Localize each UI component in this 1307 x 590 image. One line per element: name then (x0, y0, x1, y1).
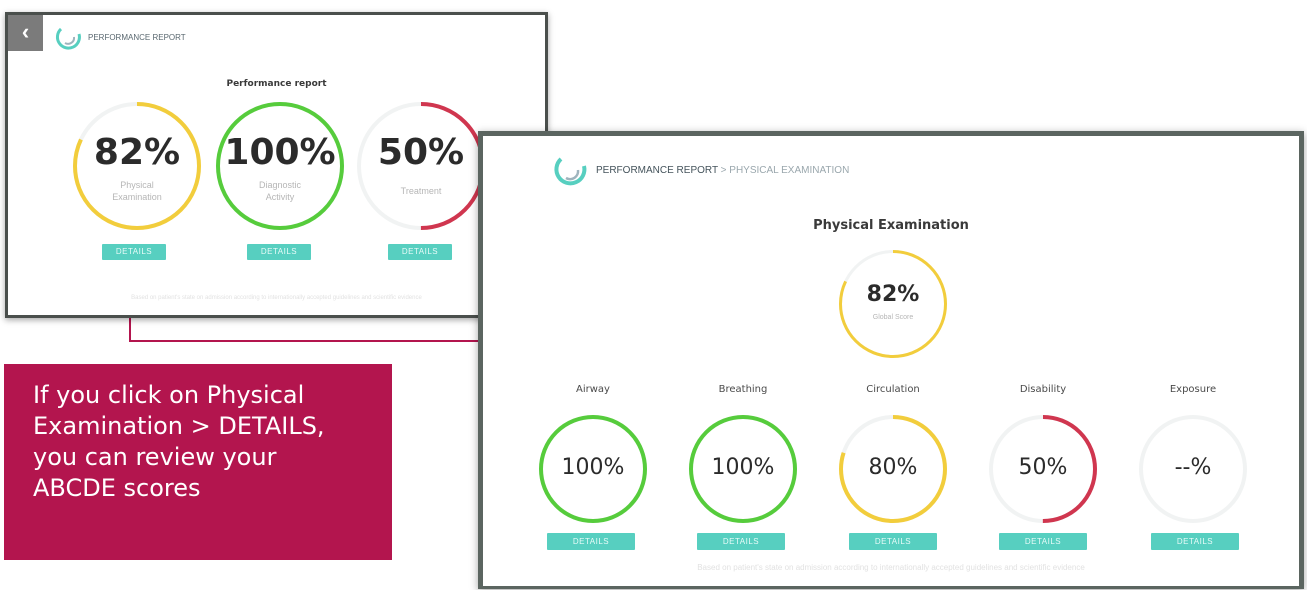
score-value: 50% (1018, 455, 1068, 480)
header-title: PERFORMANCE REPORT (88, 33, 186, 42)
score-ring-airway: 100% (538, 414, 648, 524)
global-score-ring: 82% Global Score (838, 249, 948, 359)
app-swirl-logo-icon (55, 27, 81, 50)
footnote: Based on patient's state on admission ac… (697, 563, 1085, 572)
details-button-circulation[interactable]: DETAILS (849, 533, 937, 550)
score-ring-physical-examination[interactable]: 82% Physical Examination (72, 101, 202, 231)
score-value: 82% (93, 132, 181, 173)
details-button-exposure[interactable]: DETAILS (1151, 533, 1239, 550)
score-ring-disability: 50% (988, 414, 1098, 524)
score-ring-treatment[interactable]: 50% Treatment (356, 101, 486, 231)
callout-line: ABCDE scores (33, 474, 201, 502)
score-value: 100% (561, 455, 625, 480)
category-label-breathing: Breathing (718, 384, 768, 395)
details-button-physical-examination[interactable]: DETAILS (102, 244, 166, 260)
page-title: Performance report (226, 79, 327, 89)
callout-box: If you click on Physical Examination > D… (4, 364, 392, 560)
score-label: Physical Examination (112, 180, 162, 202)
category-label-exposure: Exposure (1169, 384, 1217, 395)
score-value: 100% (711, 455, 775, 480)
score-ring-circulation: 80% (838, 414, 948, 524)
details-button-diagnostic-activity[interactable]: DETAILS (247, 244, 311, 260)
chevron-left-icon: ‹ (21, 19, 30, 44)
breadcrumb: PERFORMANCE REPORT > PHYSICAL EXAMINATIO… (596, 165, 849, 176)
score-value: 80% (868, 455, 918, 480)
score-ring-breathing: 100% (688, 414, 798, 524)
category-label-disability: Disability (1019, 384, 1067, 395)
details-button-airway[interactable]: DETAILS (547, 533, 635, 550)
app-swirl-logo-icon (554, 157, 587, 186)
breadcrumb-main[interactable]: PERFORMANCE REPORT (596, 165, 718, 176)
score-label: Treatment (400, 186, 442, 196)
score-value: 100% (224, 132, 336, 173)
score-ring-exposure: --% (1138, 414, 1248, 524)
global-score-label: Global Score (872, 314, 914, 321)
performance-report-screen: ‹ PERFORMANCE REPORT Performance report … (5, 12, 548, 318)
details-button-disability[interactable]: DETAILS (999, 533, 1087, 550)
global-score-value: 82% (866, 282, 920, 307)
callout-line: you can review your (33, 443, 277, 471)
category-label-airway: Airway (576, 384, 610, 395)
score-value: --% (1174, 455, 1212, 480)
score-value: 50% (377, 132, 465, 173)
details-button-breathing[interactable]: DETAILS (697, 533, 785, 550)
score-label: Diagnostic Activity (258, 180, 302, 202)
details-button-treatment[interactable]: DETAILS (388, 244, 452, 260)
category-label-circulation: Circulation (866, 384, 920, 395)
back-button[interactable]: ‹ (8, 15, 43, 51)
physical-examination-screen: PERFORMANCE REPORT > PHYSICAL EXAMINATIO… (478, 131, 1304, 589)
page-title: Physical Examination (813, 218, 969, 233)
breadcrumb-current: > PHYSICAL EXAMINATION (717, 165, 850, 176)
score-ring-diagnostic-activity[interactable]: 100% Diagnostic Activity (215, 101, 345, 231)
footnote: Based on patient's state on admission ac… (131, 295, 422, 301)
callout-line: Examination > DETAILS, (33, 412, 325, 440)
callout-line: If you click on Physical (33, 381, 305, 409)
